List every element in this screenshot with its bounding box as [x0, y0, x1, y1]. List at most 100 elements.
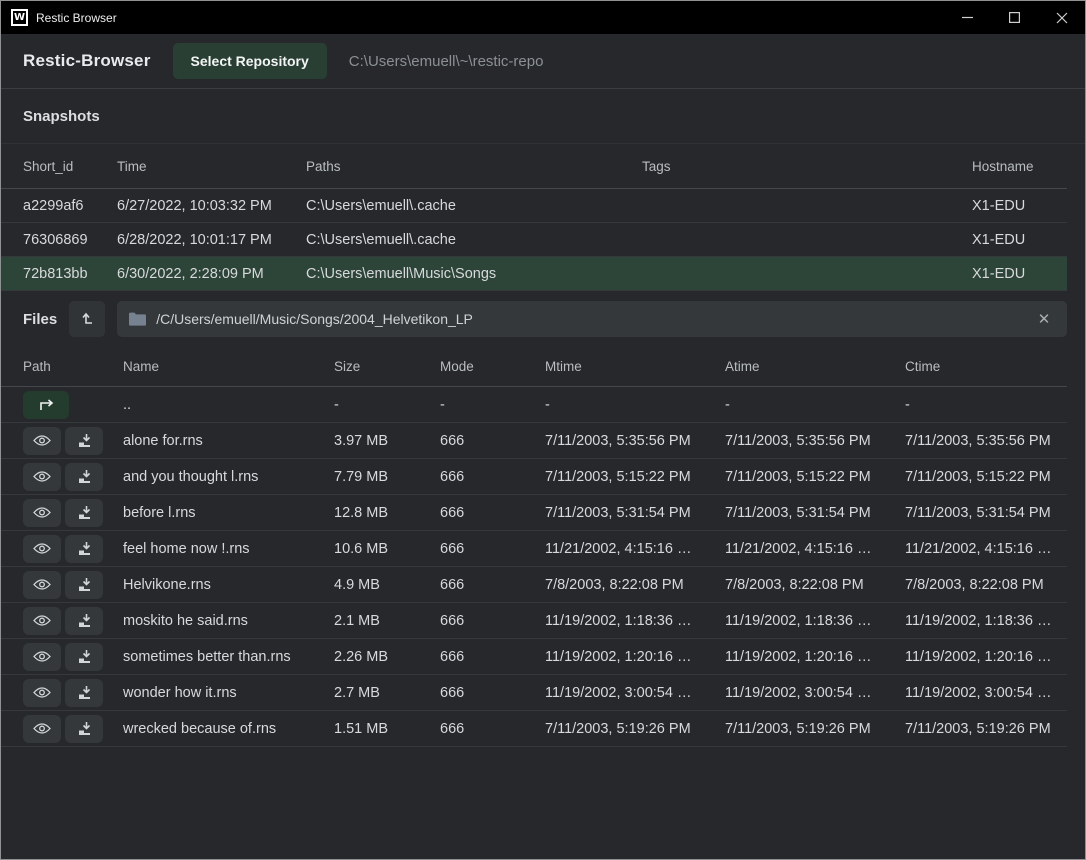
preview-file-button[interactable] — [23, 607, 61, 635]
snapshot-row[interactable]: 76306869 6/28/2022, 10:01:17 PM C:\Users… — [1, 223, 1067, 257]
column-header-hostname[interactable]: Hostname — [972, 159, 1067, 174]
file-ctime: 11/21/2002, 4:15:16 … — [905, 541, 1067, 557]
go-parent-dir-button[interactable] — [23, 391, 69, 419]
file-ctime: 7/11/2003, 5:19:26 PM — [905, 721, 1067, 737]
preview-file-button[interactable] — [23, 715, 61, 743]
column-header-mtime[interactable]: Mtime — [545, 359, 725, 374]
file-mode: 666 — [440, 433, 545, 449]
download-icon — [77, 721, 92, 736]
file-name: .. — [123, 397, 334, 413]
file-row[interactable]: wrecked because of.rns 1.51 MB 666 7/11/… — [1, 711, 1067, 747]
file-ctime: 7/11/2003, 5:35:56 PM — [905, 433, 1067, 449]
file-size: 2.7 MB — [334, 685, 440, 701]
download-file-button[interactable] — [65, 571, 103, 599]
file-name: moskito he said.rns — [123, 613, 334, 629]
maximize-button[interactable] — [991, 1, 1038, 34]
file-atime: 11/19/2002, 1:18:36 … — [725, 613, 905, 629]
file-row[interactable]: sometimes better than.rns 2.26 MB 666 11… — [1, 639, 1067, 675]
download-file-button[interactable] — [65, 643, 103, 671]
minimize-button[interactable] — [944, 1, 991, 34]
file-row[interactable]: before l.rns 12.8 MB 666 7/11/2003, 5:31… — [1, 495, 1067, 531]
preview-file-button[interactable] — [23, 499, 61, 527]
file-row[interactable]: feel home now !.rns 10.6 MB 666 11/21/20… — [1, 531, 1067, 567]
file-size: 1.51 MB — [334, 721, 440, 737]
download-file-button[interactable] — [65, 427, 103, 455]
file-row[interactable]: wonder how it.rns 2.7 MB 666 11/19/2002,… — [1, 675, 1067, 711]
file-name: sometimes better than.rns — [123, 649, 334, 665]
files-table: Path Name Size Mode Mtime Atime Ctime ..… — [1, 347, 1067, 747]
current-path-input[interactable]: /C/Users/emuell/Music/Songs/2004_Helveti… — [117, 301, 1067, 337]
eye-icon — [33, 542, 51, 555]
file-mode: - — [440, 397, 545, 413]
level-up-button[interactable] — [69, 301, 105, 337]
column-header-atime[interactable]: Atime — [725, 359, 905, 374]
maximize-icon — [1009, 12, 1020, 23]
download-file-button[interactable] — [65, 715, 103, 743]
files-rows: alone for.rns 3.97 MB 666 7/11/2003, 5:3… — [1, 423, 1067, 747]
column-header-tags[interactable]: Tags — [642, 159, 972, 174]
file-ctime: - — [905, 397, 1067, 413]
file-mtime: 7/11/2003, 5:15:22 PM — [545, 469, 725, 485]
file-actions — [23, 679, 123, 707]
file-size: 7.79 MB — [334, 469, 440, 485]
file-actions — [23, 463, 123, 491]
clear-path-button[interactable]: ✕ — [1033, 308, 1055, 330]
column-header-size[interactable]: Size — [334, 359, 440, 374]
snapshot-row[interactable]: a2299af6 6/27/2022, 10:03:32 PM C:\Users… — [1, 189, 1067, 223]
snapshot-row[interactable]: 72b813bb 6/30/2022, 2:28:09 PM C:\Users\… — [1, 257, 1067, 291]
folder-icon — [129, 312, 146, 326]
preview-file-button[interactable] — [23, 679, 61, 707]
file-name: wrecked because of.rns — [123, 721, 334, 737]
download-icon — [77, 505, 92, 520]
file-row[interactable]: Helvikone.rns 4.9 MB 666 7/8/2003, 8:22:… — [1, 567, 1067, 603]
download-file-button[interactable] — [65, 607, 103, 635]
file-mtime: 11/19/2002, 3:00:54 … — [545, 685, 725, 701]
file-row[interactable]: alone for.rns 3.97 MB 666 7/11/2003, 5:3… — [1, 423, 1067, 459]
file-name: feel home now !.rns — [123, 541, 334, 557]
wails-logo-icon: W — [11, 9, 28, 26]
file-mode: 666 — [440, 685, 545, 701]
preview-file-button[interactable] — [23, 571, 61, 599]
download-file-button[interactable] — [65, 535, 103, 563]
window-title: Restic Browser — [36, 11, 117, 25]
download-file-button[interactable] — [65, 463, 103, 491]
column-header-time[interactable]: Time — [117, 159, 306, 174]
parent-dir-actions — [23, 391, 123, 419]
snapshot-paths: C:\Users\emuell\.cache — [306, 198, 642, 214]
preview-file-button[interactable] — [23, 463, 61, 491]
eye-icon — [33, 722, 51, 735]
download-file-button[interactable] — [65, 499, 103, 527]
snapshots-heading: Snapshots — [1, 89, 1085, 144]
file-name: alone for.rns — [123, 433, 334, 449]
file-name: before l.rns — [123, 505, 334, 521]
file-atime: 11/21/2002, 4:15:16 … — [725, 541, 905, 557]
download-icon — [77, 469, 92, 484]
preview-file-button[interactable] — [23, 535, 61, 563]
files-bar: Files /C/Users/emuell/Music/Songs/2004_H… — [1, 291, 1085, 347]
close-icon — [1056, 12, 1068, 24]
snapshot-hostname: X1-EDU — [972, 266, 1067, 282]
close-button[interactable] — [1038, 1, 1085, 34]
current-path-value: /C/Users/emuell/Music/Songs/2004_Helveti… — [156, 311, 1023, 327]
snapshots-table-header: Short_id Time Paths Tags Hostname — [1, 144, 1067, 189]
column-header-paths[interactable]: Paths — [306, 159, 642, 174]
download-file-button[interactable] — [65, 679, 103, 707]
column-header-path[interactable]: Path — [23, 359, 123, 374]
column-header-mode[interactable]: Mode — [440, 359, 545, 374]
snapshot-hostname: X1-EDU — [972, 232, 1067, 248]
file-row[interactable]: and you thought l.rns 7.79 MB 666 7/11/2… — [1, 459, 1067, 495]
column-header-name[interactable]: Name — [123, 359, 334, 374]
preview-file-button[interactable] — [23, 427, 61, 455]
file-actions — [23, 427, 123, 455]
eye-icon — [33, 578, 51, 591]
preview-file-button[interactable] — [23, 643, 61, 671]
file-ctime: 7/8/2003, 8:22:08 PM — [905, 577, 1067, 593]
file-row[interactable]: moskito he said.rns 2.1 MB 666 11/19/200… — [1, 603, 1067, 639]
column-header-short-id[interactable]: Short_id — [23, 159, 117, 174]
parent-dir-row[interactable]: .. - - - - - — [1, 387, 1067, 423]
snapshot-paths: C:\Users\emuell\Music\Songs — [306, 266, 642, 282]
file-ctime: 7/11/2003, 5:31:54 PM — [905, 505, 1067, 521]
column-header-ctime[interactable]: Ctime — [905, 359, 1067, 374]
file-ctime: 11/19/2002, 1:18:36 … — [905, 613, 1067, 629]
select-repository-button[interactable]: Select Repository — [173, 43, 327, 79]
